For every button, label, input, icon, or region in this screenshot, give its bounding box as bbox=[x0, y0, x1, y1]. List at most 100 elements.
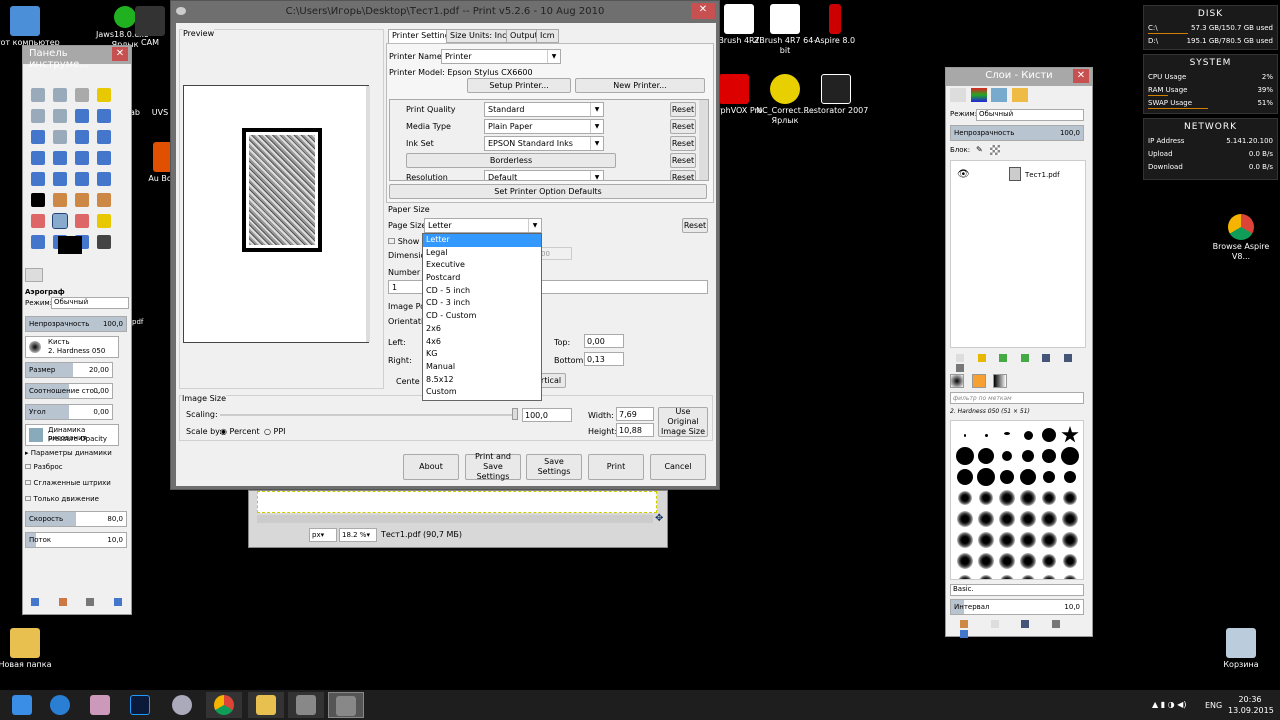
language-indicator[interactable]: ENG bbox=[1205, 701, 1222, 710]
dynamics-selector[interactable]: Динамика рисования Pressure Opacity bbox=[25, 424, 119, 446]
brush-thumbnail[interactable] bbox=[1042, 575, 1056, 579]
use-original-size-button[interactable]: Use Original Image Size bbox=[658, 407, 708, 437]
tool-button[interactable] bbox=[97, 109, 111, 123]
new-printer-button[interactable]: New Printer... bbox=[575, 78, 705, 93]
brush-preset-select[interactable]: Basic. bbox=[950, 584, 1084, 596]
desktop-icon-new-folder[interactable]: Новая папка bbox=[0, 628, 60, 670]
tool-button[interactable] bbox=[31, 130, 45, 144]
brush-thumbnail[interactable] bbox=[1063, 554, 1077, 568]
brush-thumbnail[interactable] bbox=[1020, 553, 1036, 569]
channels-tab-icon[interactable] bbox=[970, 88, 987, 102]
save-icon[interactable] bbox=[31, 598, 39, 606]
tool-button[interactable] bbox=[75, 172, 89, 186]
tool-button[interactable] bbox=[97, 130, 111, 144]
spacing-slider[interactable]: Интервал 10,0 bbox=[950, 599, 1084, 615]
tool-button[interactable] bbox=[52, 213, 68, 229]
taskbar-ie[interactable] bbox=[42, 692, 78, 718]
brush-selector[interactable]: Кисть 2. Hardness 050 bbox=[25, 336, 119, 358]
brush-thumbnail[interactable] bbox=[1063, 575, 1077, 579]
options-scrollbar[interactable] bbox=[699, 100, 708, 180]
angle-slider[interactable]: Угол 0,00 bbox=[25, 404, 113, 420]
tool-button[interactable] bbox=[31, 88, 45, 102]
brush-thumbnail[interactable] bbox=[1041, 532, 1057, 548]
page-size-option[interactable]: 4x6 bbox=[423, 336, 541, 349]
brush-thumbnail[interactable] bbox=[978, 532, 994, 548]
new-brush-icon[interactable] bbox=[990, 620, 999, 628]
unit-select[interactable]: px▾ bbox=[309, 528, 337, 542]
tab-tool-options[interactable] bbox=[25, 268, 43, 282]
desktop-icon-this-pc[interactable]: Этот компьютер bbox=[0, 6, 60, 48]
taskbar-gimp[interactable] bbox=[82, 692, 118, 718]
brush-thumbnail[interactable] bbox=[957, 532, 973, 548]
anchor-layer-icon[interactable] bbox=[1063, 354, 1072, 362]
brush-thumbnail[interactable] bbox=[1020, 532, 1036, 548]
foreground-color[interactable] bbox=[58, 236, 82, 254]
brush-thumbnail[interactable] bbox=[958, 575, 972, 579]
brush-thumbnail[interactable] bbox=[999, 490, 1015, 506]
reset-resolution-button[interactable]: Reset bbox=[670, 170, 696, 180]
brush-thumbnail[interactable] bbox=[1002, 451, 1012, 461]
close-button[interactable]: ✕ bbox=[112, 47, 128, 61]
brush-thumbnail[interactable] bbox=[1064, 471, 1076, 483]
brush-tag-filter-input[interactable]: фильтр по меткам bbox=[950, 392, 1084, 404]
print-quality-select[interactable]: Standard ▼ bbox=[484, 102, 604, 117]
preview-pane[interactable] bbox=[183, 85, 370, 343]
tab-icm[interactable]: Icm bbox=[536, 29, 559, 43]
preview-scrollbar[interactable] bbox=[366, 86, 370, 342]
brush-thumbnail[interactable] bbox=[1061, 447, 1079, 465]
desktop-icon-restorator[interactable]: Restorator 2007 bbox=[801, 74, 871, 116]
tool-button[interactable] bbox=[31, 109, 45, 123]
undo-history-tab-icon[interactable] bbox=[1011, 88, 1028, 102]
brush-grid[interactable] bbox=[950, 420, 1084, 580]
close-button[interactable]: ✕ bbox=[691, 3, 715, 19]
taskbar-explorer[interactable] bbox=[248, 692, 284, 718]
duplicate-brush-icon[interactable] bbox=[1021, 620, 1030, 628]
tool-button[interactable] bbox=[53, 193, 67, 207]
layer-row[interactable]: 👁 Тест1.pdf bbox=[951, 163, 1085, 187]
lower-layer-icon[interactable] bbox=[1020, 354, 1029, 362]
brush-thumbnail[interactable] bbox=[978, 448, 994, 464]
delete-icon[interactable] bbox=[86, 598, 95, 606]
tool-button[interactable] bbox=[53, 151, 67, 165]
delete-brush-icon[interactable] bbox=[1051, 620, 1060, 628]
flow-slider[interactable]: Поток 10,0 bbox=[25, 532, 127, 548]
reset-icon[interactable] bbox=[113, 598, 122, 606]
brush-thumbnail[interactable] bbox=[984, 433, 988, 437]
brushes-tab-icon[interactable] bbox=[950, 374, 964, 388]
taskbar-chrome[interactable] bbox=[206, 692, 242, 718]
setup-printer-button[interactable]: Setup Printer... bbox=[467, 78, 571, 93]
tool-button[interactable] bbox=[97, 193, 111, 207]
brush-thumbnail[interactable] bbox=[1020, 490, 1036, 506]
page-size-option[interactable]: Custom bbox=[423, 386, 541, 399]
show-checkbox[interactable]: ☐ Show bbox=[388, 237, 419, 246]
tool-button[interactable] bbox=[31, 214, 45, 228]
toolbox-titlebar[interactable]: Панель инструме... ✕ bbox=[23, 46, 131, 70]
brush-thumbnail[interactable] bbox=[1004, 432, 1010, 435]
layer-mode-select[interactable]: Обычный bbox=[976, 109, 1084, 121]
opacity-slider[interactable]: Непрозрачность 100,0 bbox=[25, 316, 127, 332]
set-printer-defaults-button[interactable]: Set Printer Option Defaults bbox=[389, 184, 707, 199]
motion-only-checkbox[interactable]: ☐ Только движение bbox=[25, 495, 99, 503]
brush-thumbnail[interactable] bbox=[957, 469, 973, 485]
tool-button[interactable] bbox=[75, 88, 89, 102]
smooth-checkbox[interactable]: ☐ Сглаженные штрихи bbox=[25, 479, 111, 487]
brush-thumbnail[interactable] bbox=[1062, 532, 1078, 548]
brush-thumbnail[interactable] bbox=[1063, 491, 1077, 505]
brush-thumbnail[interactable] bbox=[1061, 426, 1079, 443]
scaling-slider-handle[interactable] bbox=[512, 408, 518, 420]
tool-button[interactable] bbox=[97, 88, 111, 102]
page-size-option[interactable]: 8.5x12 bbox=[423, 374, 541, 387]
reset-media-type-button[interactable]: Reset bbox=[670, 119, 696, 134]
brush-thumbnail[interactable] bbox=[999, 511, 1015, 527]
brush-thumbnail[interactable] bbox=[958, 491, 972, 505]
brush-thumbnail[interactable] bbox=[1023, 430, 1033, 440]
brush-thumbnail[interactable] bbox=[979, 491, 993, 505]
print-and-save-button[interactable]: Print and Save Settings bbox=[465, 452, 521, 481]
tool-button[interactable] bbox=[31, 193, 45, 207]
width-input[interactable]: 7,69 bbox=[616, 407, 654, 421]
print-button[interactable]: Print bbox=[588, 454, 644, 480]
tool-button[interactable] bbox=[97, 151, 111, 165]
page-size-option[interactable]: CD - 3 inch bbox=[423, 297, 541, 310]
scatter-checkbox[interactable]: ☐ Разброс bbox=[25, 463, 63, 471]
clock[interactable]: 20:36 13.09.2015 bbox=[1228, 694, 1274, 716]
